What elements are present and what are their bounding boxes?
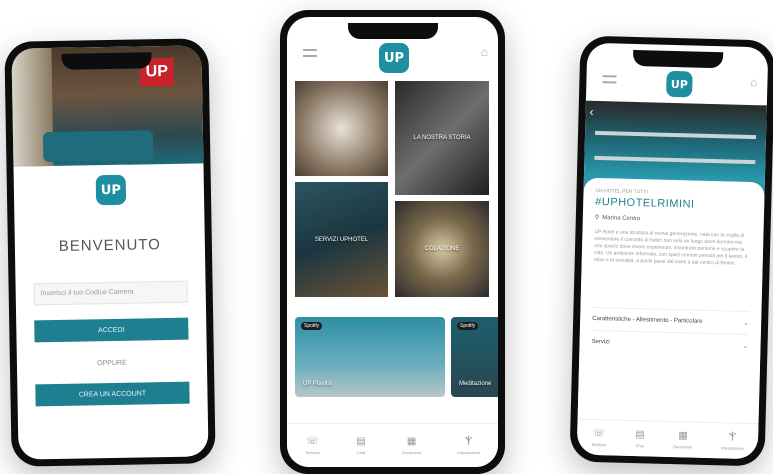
bottom-nav: ☏ Telefono ▤ Chat ▦ Documenti Ⲯ Impostaz… (287, 423, 498, 467)
tile-history[interactable]: LA NOSTRA STORIA (395, 81, 489, 195)
up-logo: UP (379, 43, 409, 73)
nav-label: Documenti (402, 450, 422, 455)
nav-label: Telefono (591, 441, 607, 448)
nav-documents[interactable]: ▦ Documenti (673, 430, 693, 449)
location-text: Marina Centro (602, 214, 641, 222)
nav-chat[interactable]: ▤ Chat (635, 429, 645, 448)
nav-documents[interactable]: ▦ Documenti (402, 436, 421, 455)
login-button[interactable]: ACCEDI (34, 317, 189, 343)
tile-meditation[interactable]: Spotify Meditazione (451, 317, 498, 397)
room-code-input[interactable]: Inserisci il tuo Codice Camera (33, 280, 188, 306)
or-separator: OPPURE (97, 359, 127, 368)
home-icon[interactable]: ⌂ (481, 45, 488, 59)
tile-pillows[interactable] (295, 81, 388, 176)
phone-notch (347, 23, 438, 39)
nav-label: Documenti (673, 444, 693, 450)
chat-icon: ▤ (356, 436, 366, 447)
nav-label: Chat (635, 443, 645, 449)
scene: UP UP BENVENUTO Inserisci il tuo Codice … (0, 0, 773, 474)
tile-label: COLAZIONE (424, 246, 460, 252)
spotify-badge: Spotify (301, 322, 323, 330)
create-account-button[interactable]: CREA UN ACCOUNT (35, 381, 190, 407)
nav-label: Impostazioni (457, 450, 480, 455)
location-row: ⚲ Marina Centro (595, 214, 752, 225)
nav-settings[interactable]: Ⲯ Impostazioni (457, 436, 479, 455)
documents-icon: ▦ (406, 436, 417, 447)
detail-screen: UP ⌂ ‹ UN HOTEL PER TUTTI #UPHOTELRIMINI… (576, 42, 769, 460)
menu-icon[interactable] (602, 75, 617, 84)
phone-login: UP UP BENVENUTO Inserisci il tuo Codice … (4, 38, 216, 467)
menu-icon[interactable] (303, 49, 317, 57)
spotify-badge: Spotify (457, 322, 479, 330)
detail-description: UP Hotel è una struttura di nuova genera… (593, 228, 748, 267)
accordion-services[interactable]: Servizi ⌄ (591, 329, 749, 358)
nav-phone[interactable]: ☏ Telefono (591, 428, 607, 447)
tile-label: SERVIZI UPHOTEL (314, 236, 369, 243)
nav-label: Impostazioni (720, 445, 744, 451)
lobby-sofa (42, 130, 154, 163)
tile-label: UP Playlist (303, 381, 332, 387)
phone-home: UP ⌂ LA NOSTRA STORIA SERVIZI UPHOTEL CO… (280, 10, 505, 474)
location-pin-icon: ⚲ (594, 214, 600, 222)
nav-chat[interactable]: ▤ Chat (356, 436, 365, 455)
nav-settings[interactable]: Ⲯ Impostazioni (721, 431, 744, 451)
phone-detail: UP ⌂ ‹ UN HOTEL PER TUTTI #UPHOTELRIMINI… (569, 35, 773, 467)
nav-phone[interactable]: ☏ Telefono (305, 436, 320, 455)
shop-shelf (595, 130, 757, 140)
accordion-label: Servizi (591, 338, 610, 346)
up-logo: UP (666, 70, 693, 98)
back-arrow-icon[interactable]: ‹ (589, 105, 593, 119)
accordion-label: Caratteristiche - Allestimento - Partico… (592, 315, 703, 325)
chat-icon: ▤ (635, 429, 645, 441)
settings-icon: Ⲯ (728, 431, 737, 443)
chevron-down-icon: ⌄ (743, 319, 750, 328)
phone-icon: ☏ (306, 436, 319, 447)
login-screen: UP UP BENVENUTO Inserisci il tuo Codice … (11, 45, 209, 460)
tile-breakfast[interactable]: COLAZIONE (395, 201, 489, 297)
up-logo: UP (95, 174, 127, 206)
documents-icon: ▦ (678, 430, 688, 442)
home-icon[interactable]: ⌂ (750, 75, 758, 89)
tile-services[interactable]: SERVIZI UPHOTEL (295, 182, 388, 297)
detail-card: UN HOTEL PER TUTTI #UPHOTELRIMINI ⚲ Mari… (577, 177, 765, 420)
phone-notch (632, 49, 723, 69)
nav-label: Telefono (305, 450, 321, 455)
welcome-heading: BENVENUTO (58, 236, 162, 255)
nav-label: Chat (356, 450, 366, 455)
phone-notch (61, 52, 152, 70)
detail-title: #UPHOTELRIMINI (595, 195, 695, 211)
phone-icon: ☏ (592, 427, 606, 440)
bottom-nav: ☏ Telefono ▤ Chat ▦ Documenti Ⲯ Impostaz… (576, 418, 759, 460)
home-screen: UP ⌂ LA NOSTRA STORIA SERVIZI UPHOTEL CO… (287, 17, 498, 467)
chevron-down-icon: ⌄ (742, 342, 749, 351)
tile-label: LA NOSTRA STORIA (413, 135, 471, 141)
tile-label: Meditazione (459, 381, 492, 387)
shop-shelf (594, 155, 756, 165)
settings-icon: Ⲯ (464, 436, 473, 447)
tile-playlist[interactable]: Spotify UP Playlist (295, 317, 445, 397)
